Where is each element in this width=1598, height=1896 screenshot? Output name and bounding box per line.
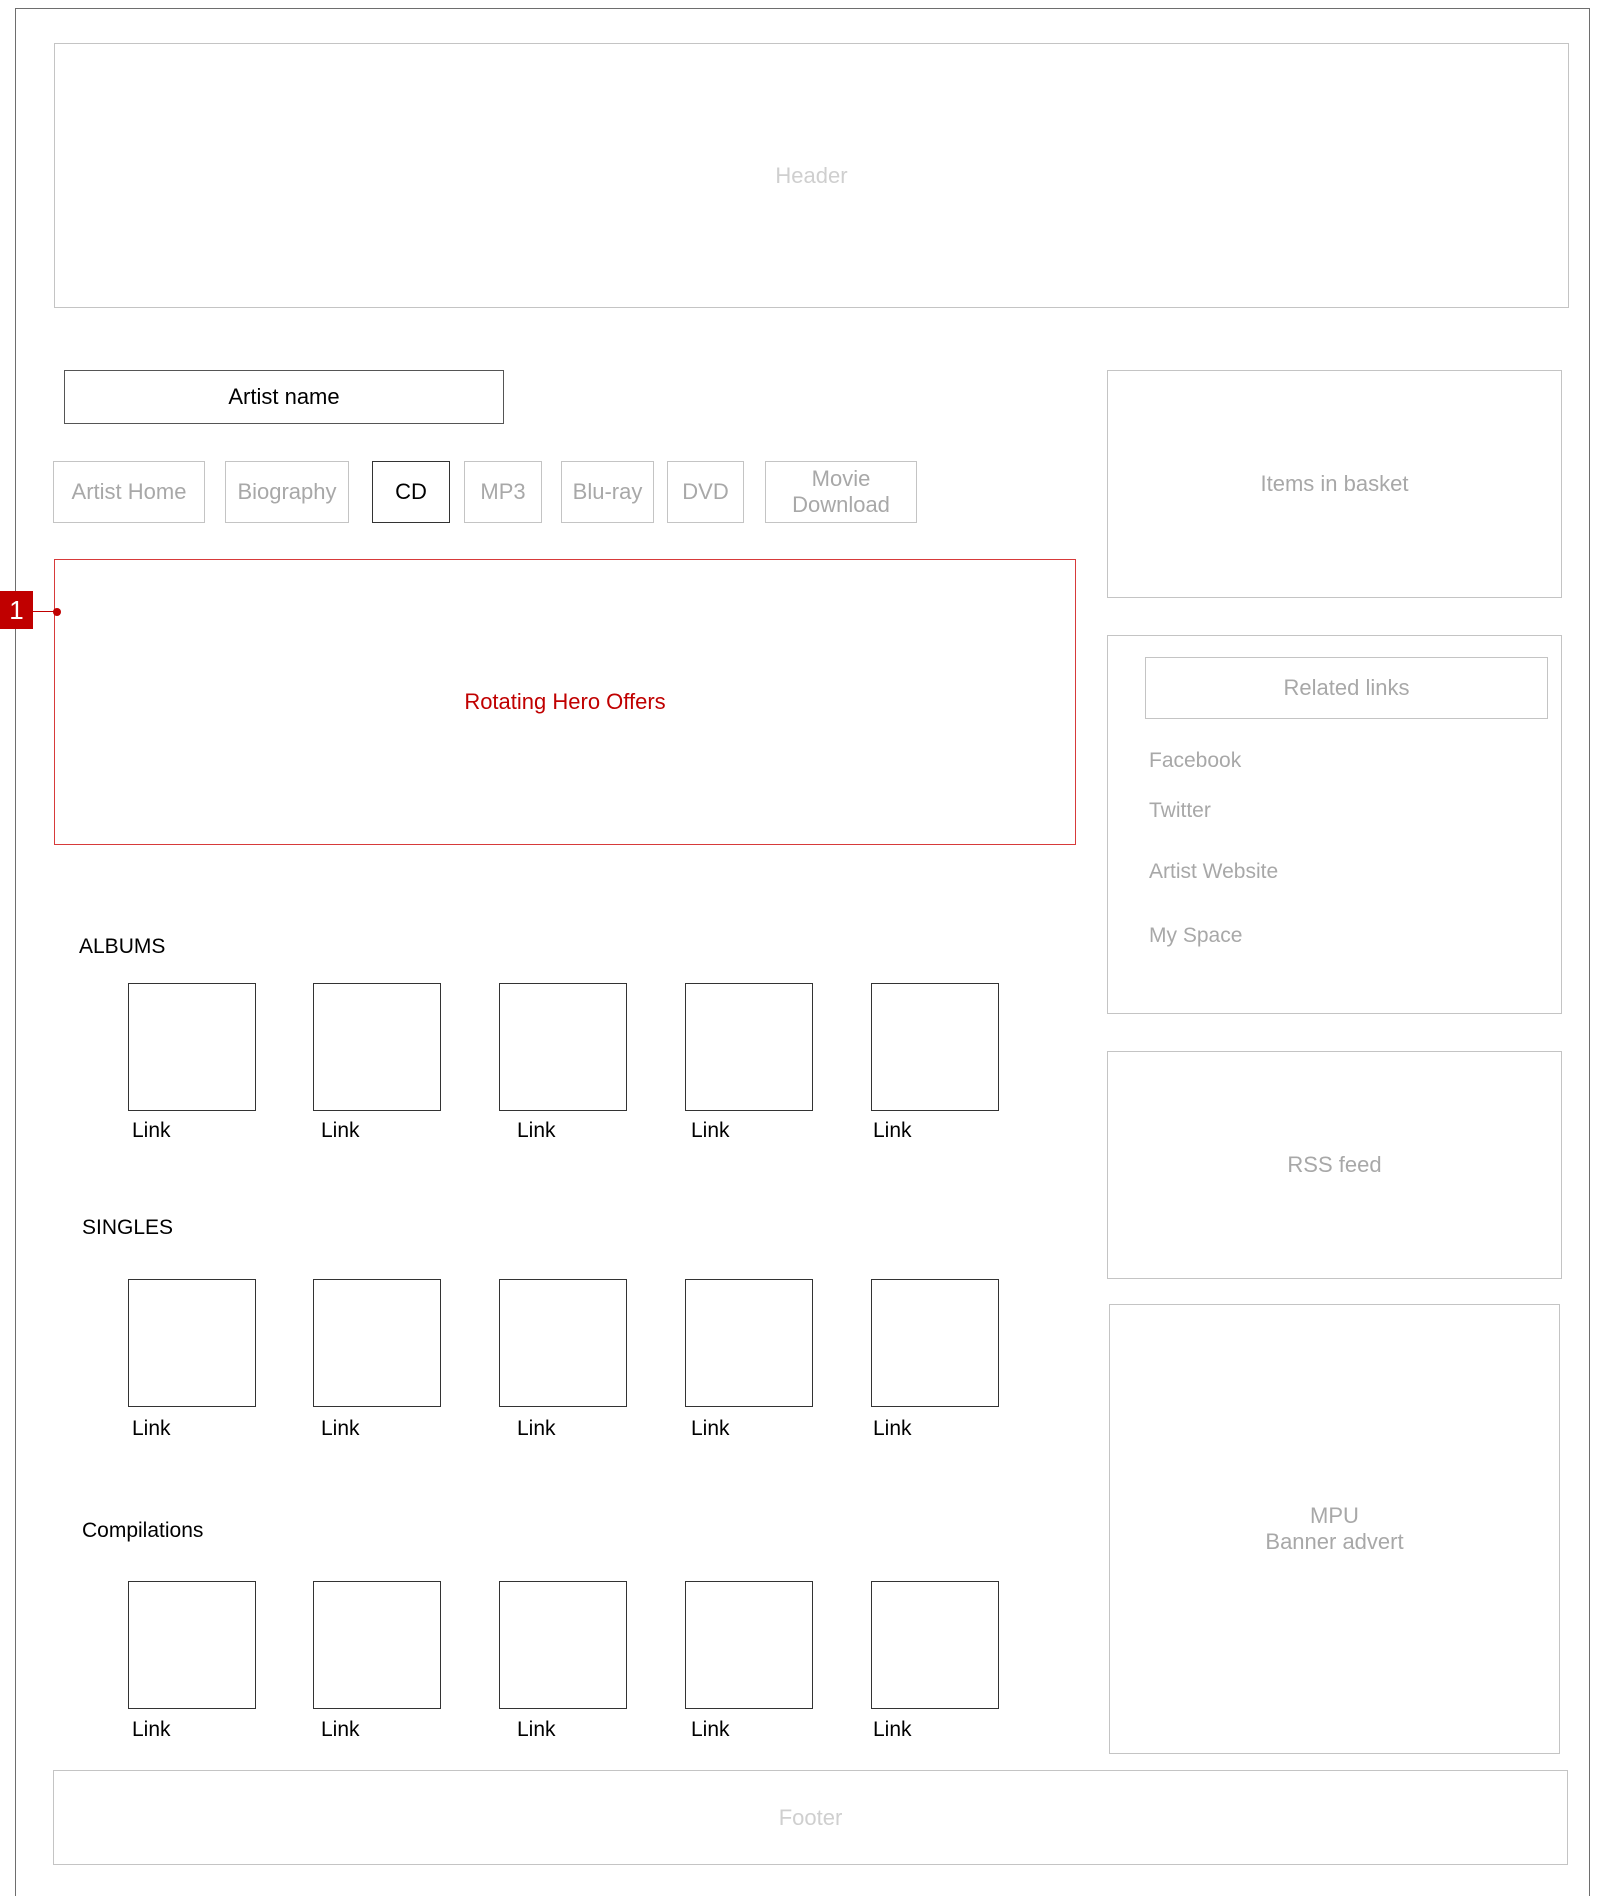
rss-label: RSS feed <box>1287 1152 1382 1177</box>
single-link[interactable]: Link <box>321 1417 360 1441</box>
compilation-thumbnail[interactable] <box>685 1581 813 1709</box>
single-link[interactable]: Link <box>517 1417 556 1441</box>
annotation-number: 1 <box>9 594 24 625</box>
compilation-link[interactable]: Link <box>321 1718 360 1742</box>
related-links-title-text: Related links <box>1283 675 1410 700</box>
rss-feed-panel[interactable]: RSS feed <box>1107 1051 1562 1279</box>
related-link-facebook[interactable]: Facebook <box>1149 749 1241 773</box>
tab-label: Artist Home <box>71 479 187 504</box>
related-link-twitter[interactable]: Twitter <box>1149 799 1211 823</box>
related-link-artist-website[interactable]: Artist Website <box>1149 860 1278 884</box>
single-thumbnail[interactable] <box>871 1279 999 1407</box>
tab-blu-ray[interactable]: Blu-ray <box>561 461 654 523</box>
album-link[interactable]: Link <box>691 1119 730 1143</box>
single-thumbnail[interactable] <box>685 1279 813 1407</box>
related-links-title: Related links <box>1145 657 1548 719</box>
compilation-link[interactable]: Link <box>517 1718 556 1742</box>
basket-panel[interactable]: Items in basket <box>1107 370 1562 598</box>
tab-label: DVD <box>682 479 729 504</box>
header-placeholder: Header <box>54 43 1569 308</box>
album-thumbnail[interactable] <box>871 983 999 1111</box>
album-link[interactable]: Link <box>321 1119 360 1143</box>
mpu-banner-advert[interactable]: MPU Banner advert <box>1109 1304 1560 1754</box>
compilation-thumbnail[interactable] <box>313 1581 441 1709</box>
compilation-thumbnail[interactable] <box>499 1581 627 1709</box>
album-link[interactable]: Link <box>132 1119 171 1143</box>
album-thumbnail[interactable] <box>499 983 627 1111</box>
tab-label: CD <box>395 479 427 504</box>
single-thumbnail[interactable] <box>499 1279 627 1407</box>
artist-name: Artist name <box>228 384 340 409</box>
single-link[interactable]: Link <box>132 1417 171 1441</box>
basket-label: Items in basket <box>1260 471 1409 496</box>
tab-artist-home[interactable]: Artist Home <box>53 461 205 523</box>
single-thumbnail[interactable] <box>128 1279 256 1407</box>
annotation-dot <box>53 608 61 616</box>
tab-label: MP3 <box>480 479 526 504</box>
rotating-hero-offers[interactable]: Rotating Hero Offers <box>54 559 1076 845</box>
mpu-label-line1: MPU <box>1310 1503 1359 1528</box>
annotation-marker: 1 <box>0 591 33 629</box>
section-title-singles: SINGLES <box>82 1216 174 1239</box>
footer-label: Footer <box>778 1804 843 1830</box>
album-link[interactable]: Link <box>517 1119 556 1143</box>
single-link[interactable]: Link <box>691 1417 730 1441</box>
single-thumbnail[interactable] <box>313 1279 441 1407</box>
artist-name-box: Artist name <box>64 370 504 424</box>
related-link-my-space[interactable]: My Space <box>1149 924 1242 948</box>
tab-mp3[interactable]: MP3 <box>464 461 542 523</box>
tab-label: Biography <box>237 479 337 504</box>
hero-label: Rotating Hero Offers <box>464 689 666 714</box>
section-title-albums: ALBUMS <box>79 935 166 958</box>
mpu-label-line2: Banner advert <box>1265 1529 1404 1554</box>
section-title-compilations: Compilations <box>82 1519 204 1542</box>
tab-label-line2: Download <box>792 492 890 517</box>
single-link[interactable]: Link <box>873 1417 912 1441</box>
tab-biography[interactable]: Biography <box>225 461 349 523</box>
compilation-thumbnail[interactable] <box>871 1581 999 1709</box>
tab-cd[interactable]: CD <box>372 461 450 523</box>
header-label: Header <box>775 162 848 188</box>
compilation-thumbnail[interactable] <box>128 1581 256 1709</box>
tab-label: Blu-ray <box>572 479 643 504</box>
album-thumbnail[interactable] <box>313 983 441 1111</box>
tab-movie-download[interactable]: Movie Download <box>765 461 917 523</box>
footer-placeholder: Footer <box>53 1770 1568 1865</box>
compilation-link[interactable]: Link <box>132 1718 171 1742</box>
tab-dvd[interactable]: DVD <box>667 461 744 523</box>
album-thumbnail[interactable] <box>128 983 256 1111</box>
album-link[interactable]: Link <box>873 1119 912 1143</box>
tab-label-line1: Movie <box>811 466 871 491</box>
compilation-link[interactable]: Link <box>873 1718 912 1742</box>
album-thumbnail[interactable] <box>685 983 813 1111</box>
compilation-link[interactable]: Link <box>691 1718 730 1742</box>
